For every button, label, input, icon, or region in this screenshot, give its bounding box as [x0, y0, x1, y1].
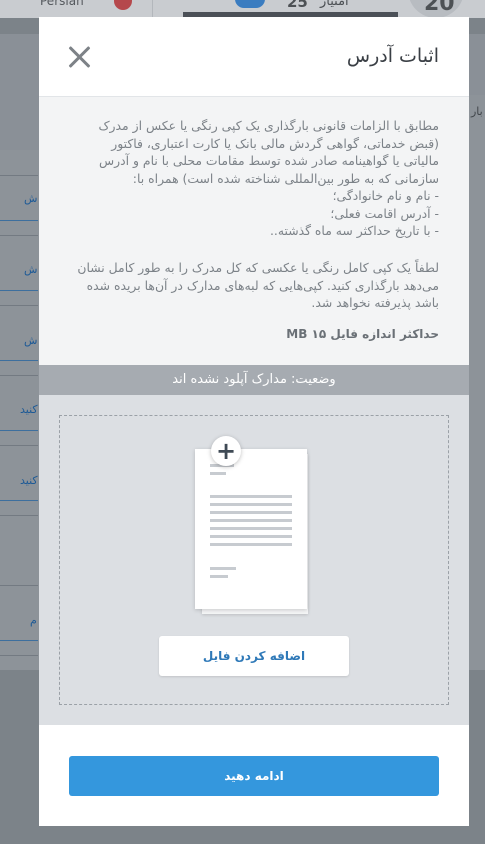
language-label: Persian: [40, 0, 84, 8]
background-row-line: [0, 220, 38, 221]
dropzone[interactable]: + اضافه کردن فایل: [59, 415, 449, 705]
points-pill: [235, 0, 265, 8]
topbar-divider: [152, 0, 153, 18]
proof-of-address-modal: اثبات آدرس مطابق با الزامات قانونی بارگذ…: [39, 17, 469, 826]
background-row-line: [0, 500, 38, 501]
upload-status-bar: وضعیت: مدارک آپلود نشده اند: [39, 365, 469, 395]
background-row[interactable]: کنید: [0, 474, 38, 487]
upload-area: + اضافه کردن فایل: [39, 395, 469, 725]
background-topbar: Persian 25 امتیاز 20: [0, 0, 485, 18]
background-row-line: [0, 235, 38, 236]
background-row-line: [0, 305, 38, 306]
continue-button[interactable]: ادامه دهید: [69, 756, 439, 796]
modal-header: اثبات آدرس: [39, 17, 469, 97]
document-line: [210, 472, 226, 475]
background-panel-right: [468, 95, 485, 670]
requirements-text: مطابق با الزامات قانونی بارگذاری یک کپی …: [98, 118, 439, 238]
document-line: [210, 543, 292, 546]
background-row-line: [0, 640, 38, 641]
background-row-line: [0, 175, 38, 176]
document-icon: [195, 449, 307, 609]
full-copy-note: لطفاً یک کپی کامل رنگی یا عکسی که کل مدر…: [77, 260, 439, 310]
modal-footer: ادامه دهید: [39, 725, 469, 826]
background-side-label: بار: [471, 105, 483, 118]
info-section: مطابق با الزامات قانونی بارگذاری یک کپی …: [39, 97, 469, 365]
document-line: [210, 567, 236, 570]
background-row[interactable]: ش: [0, 263, 38, 276]
background-row-line: [0, 515, 38, 516]
document-line: [210, 527, 292, 530]
background-row-line: [0, 445, 38, 446]
document-line: [210, 511, 292, 514]
background-row-line: [0, 655, 38, 656]
document-line: [210, 575, 228, 578]
document-line: [210, 535, 292, 538]
background-row-line: [0, 430, 38, 431]
points-value: 25: [287, 0, 308, 11]
background-row[interactable]: ش: [0, 192, 38, 205]
document-line: [210, 503, 292, 506]
background-row-line: [0, 360, 38, 361]
plus-icon[interactable]: +: [211, 436, 241, 466]
background-row-line: [0, 585, 38, 586]
background-row[interactable]: ش: [0, 334, 38, 347]
modal-title: اثبات آدرس: [346, 45, 439, 67]
close-icon[interactable]: [67, 45, 91, 69]
badge-number: 20: [424, 0, 455, 16]
document-line: [210, 519, 292, 522]
background-row[interactable]: م: [0, 614, 38, 627]
document-line: [210, 495, 292, 498]
background-row-line: [0, 375, 38, 376]
max-file-size: حداکثر اندازه فایل ۱۵ MB: [286, 327, 439, 341]
background-row[interactable]: کنید: [0, 403, 38, 416]
background-row-line: [0, 290, 38, 291]
add-file-button[interactable]: اضافه کردن فایل: [159, 636, 349, 676]
level-label: امتیاز: [320, 0, 349, 9]
flag-icon: [114, 0, 132, 10]
